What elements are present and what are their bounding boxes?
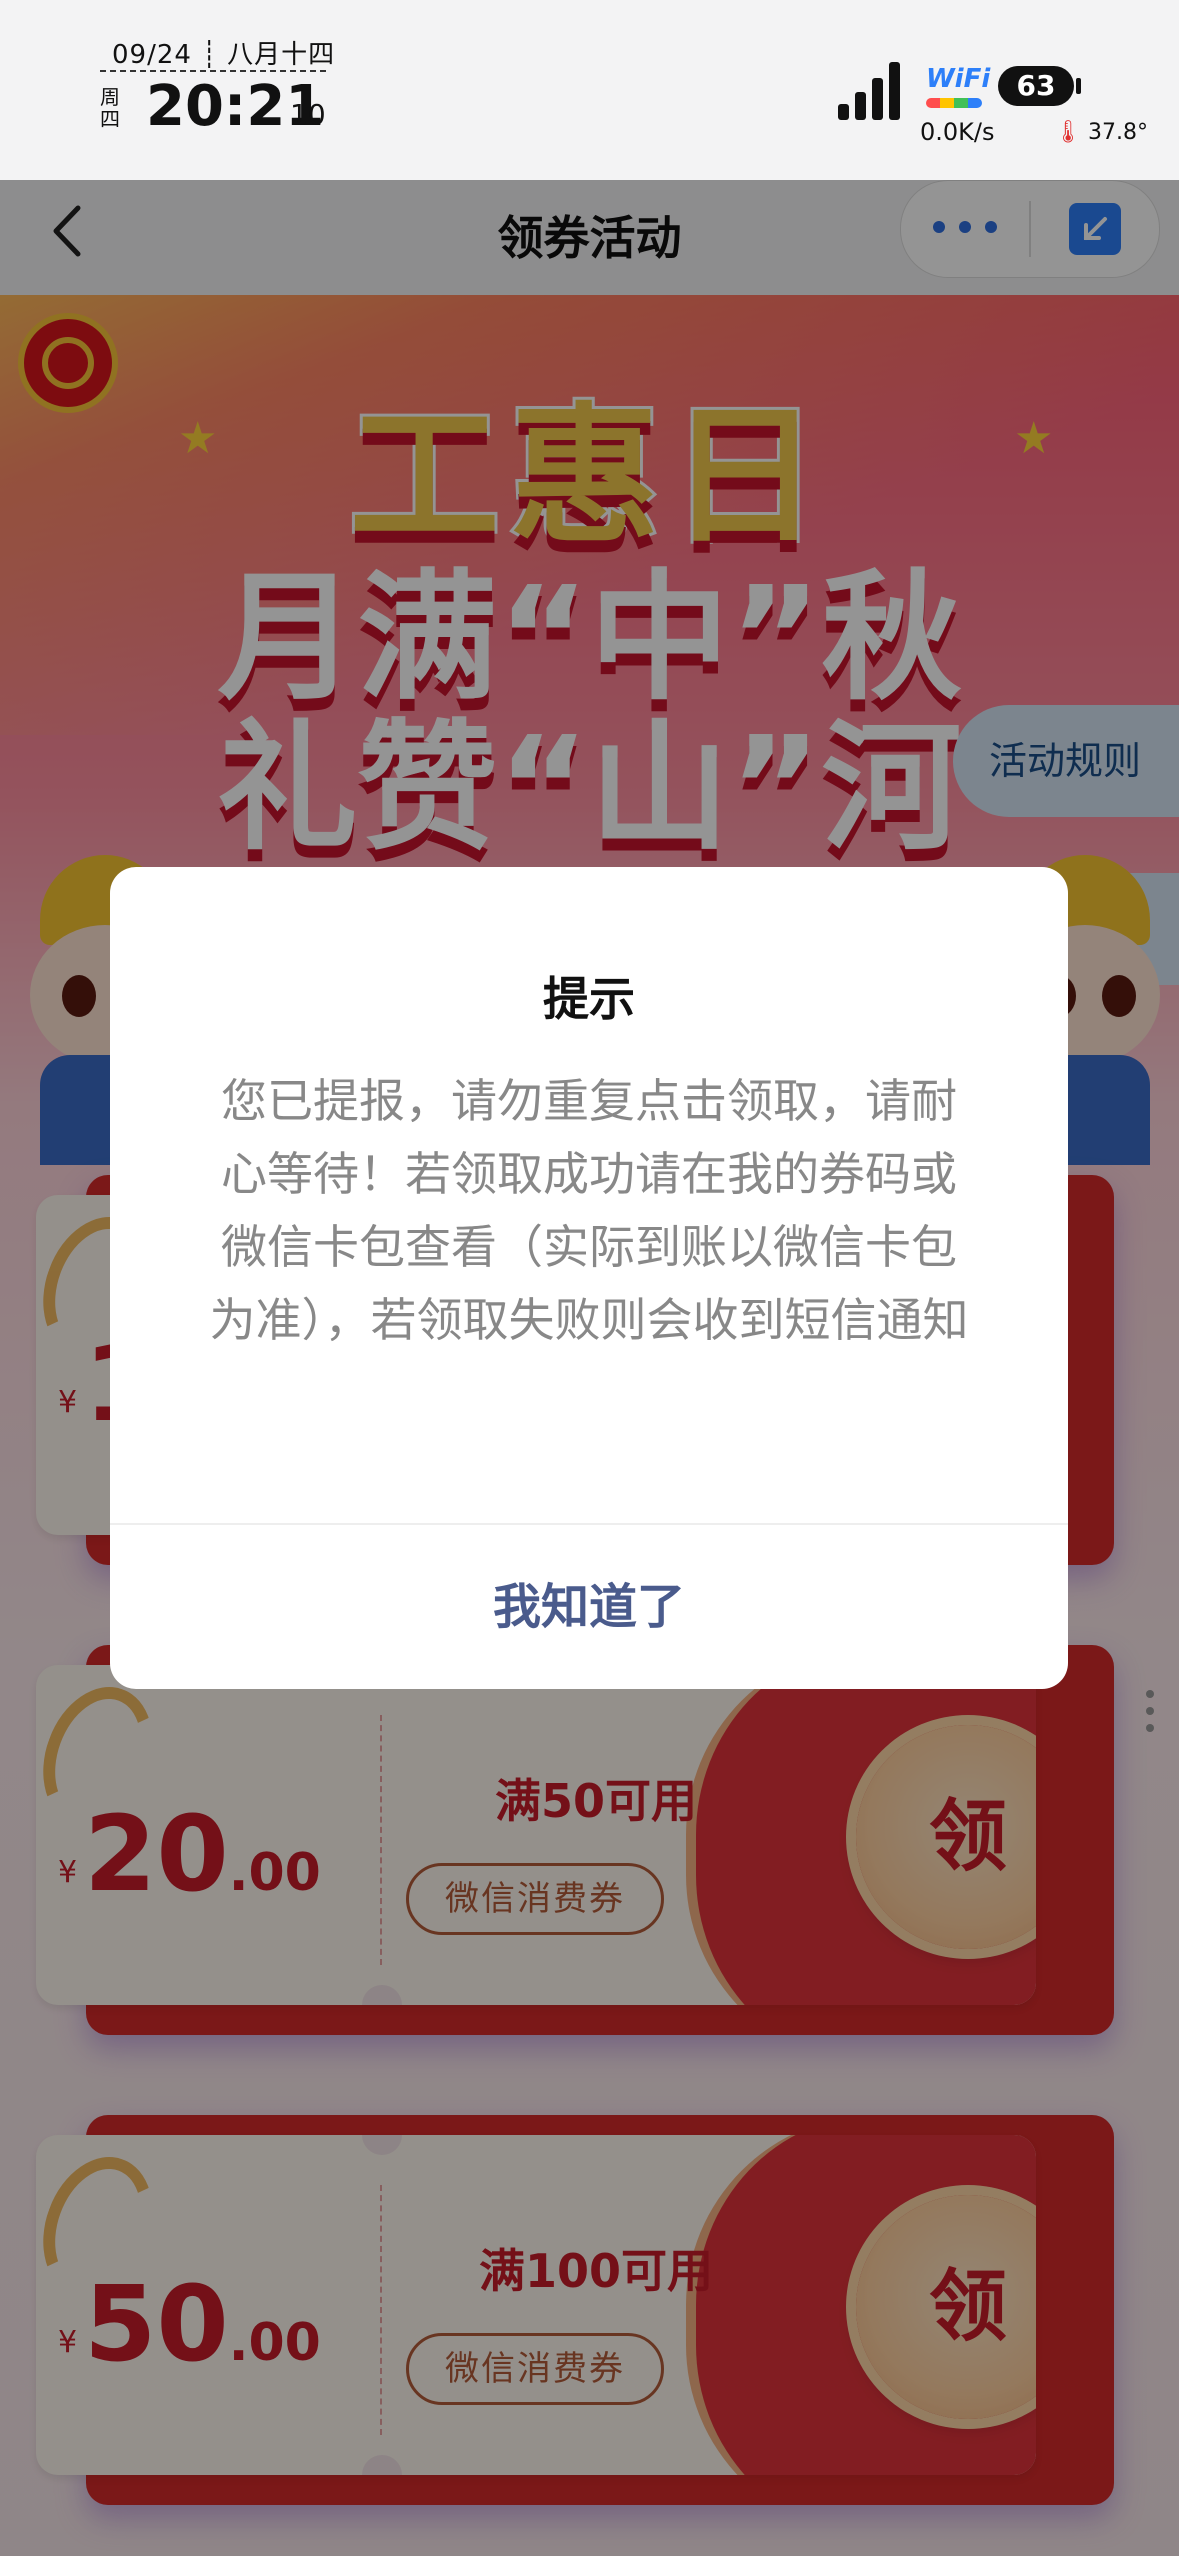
notice-dialog: 提示 您已提报，请勿重复点击领取，请耐心等待！若领取成功请在我的券码或微信卡包查… (110, 867, 1068, 1689)
thermometer-icon: 🌡 (1054, 120, 1082, 145)
date-divider (100, 70, 326, 72)
dialog-message: 您已提报，请勿重复点击领取，请耐心等待！若领取成功请在我的券码或微信卡包查看（实… (209, 1074, 969, 1347)
status-seconds: 10 (290, 98, 326, 131)
network-speed: 0.0K/s (920, 118, 995, 146)
temperature: 37.8° (1088, 120, 1148, 145)
battery-icon: 63 (998, 66, 1074, 106)
battery-tip (1076, 78, 1081, 94)
dialog-confirm-button[interactable]: 我知道了 (110, 1525, 1068, 1689)
wifi-activity-indicator (926, 98, 982, 108)
signal-icon (838, 62, 902, 120)
dialog-title: 提示 (543, 972, 635, 1026)
status-weekday: 周四 (100, 85, 120, 131)
status-date: 09/24 ┊ 八月十四 (112, 40, 336, 70)
wifi-icon: WiFi (926, 64, 991, 94)
status-bar: 09/24 ┊ 八月十四 周四 20:21 10 WiFi 63 0.0K/s … (0, 0, 1179, 180)
